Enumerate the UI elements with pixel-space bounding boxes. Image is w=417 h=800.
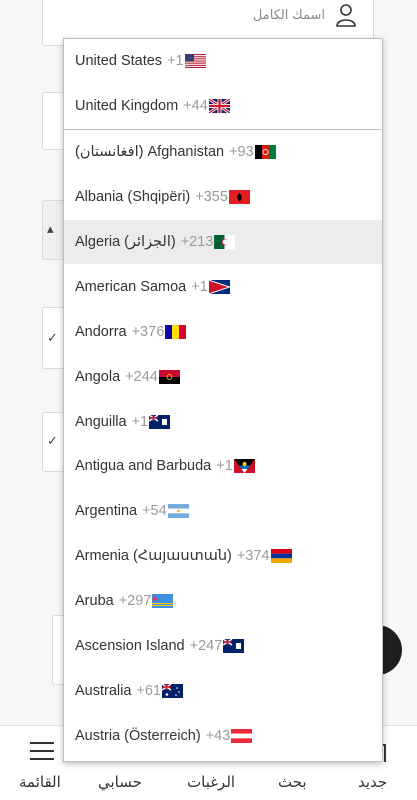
- at-flag-icon: [231, 728, 253, 743]
- dial-code: +247: [189, 638, 223, 655]
- am-flag-icon: [270, 549, 292, 564]
- ac-flag-icon: [223, 639, 245, 654]
- gb-flag-icon: [208, 99, 230, 114]
- country-option-au[interactable]: Australia +61: [64, 668, 382, 713]
- al-flag-icon: [228, 190, 250, 205]
- country-name: Argentina: [75, 503, 138, 520]
- au-flag-icon: [162, 683, 184, 698]
- dial-code: +1: [167, 53, 184, 70]
- nav-new[interactable]: جديد: [358, 773, 387, 791]
- country-name: Ascension Island: [75, 638, 185, 655]
- country-name: United Kingdom: [75, 98, 179, 115]
- check-icon: ✓: [47, 433, 58, 448]
- dial-code: +1: [131, 413, 149, 430]
- dial-code: +297: [118, 593, 152, 610]
- af-flag-icon: [254, 145, 276, 160]
- country-name: (افغانستان) Afghanistan: [75, 144, 225, 161]
- user-icon: [336, 4, 356, 27]
- dial-code: +355: [195, 189, 228, 206]
- country-option-ag[interactable]: Antigua and Barbuda +1: [64, 444, 382, 489]
- as-flag-icon: [208, 279, 230, 294]
- country-option-dz[interactable]: Algeria (الجزائر) +213: [64, 219, 382, 265]
- country-name: Andorra: [75, 323, 127, 340]
- country-option-af[interactable]: (افغانستان) Afghanistan +93: [64, 130, 382, 175]
- nav-wishes[interactable]: الرغبات: [187, 773, 235, 791]
- ag-flag-icon: [233, 459, 255, 474]
- country-name: American Samoa: [75, 278, 187, 295]
- country-option-ao[interactable]: Angola +244: [64, 354, 382, 399]
- country-name: Anguilla: [75, 413, 127, 430]
- nav-search[interactable]: بحث: [278, 773, 307, 791]
- preferred-country-list: United States +1 United Kingdom +44: [64, 39, 382, 129]
- country-name: Angola: [75, 368, 121, 385]
- dz-flag-icon: [214, 235, 236, 249]
- ao-flag-icon: [158, 369, 180, 384]
- dial-code: +374: [236, 548, 270, 565]
- country-option-ac[interactable]: Ascension Island +247: [64, 624, 382, 669]
- country-name: Austria (Österreich): [75, 727, 201, 744]
- country-list: (افغانستان) Afghanistan +93 Albania (Shq…: [64, 130, 382, 758]
- country-option-as[interactable]: American Samoa +1: [64, 264, 382, 309]
- full-name-placeholder: اسمك الكامل: [252, 7, 325, 22]
- country-option-gb[interactable]: United Kingdom +44: [64, 84, 382, 129]
- country-option-al[interactable]: Albania (Shqipëri) +355: [64, 175, 382, 220]
- dial-code: +244: [125, 368, 158, 385]
- nav-account[interactable]: حسابي: [98, 773, 142, 791]
- caret-up-icon: ▴: [47, 221, 54, 236]
- dial-code: +61: [136, 682, 162, 699]
- country-name: United States: [75, 53, 163, 70]
- dial-code: +213: [180, 234, 214, 250]
- dial-code: +93: [229, 144, 254, 161]
- country-name: Aruba: [75, 593, 114, 610]
- aw-flag-icon: [152, 594, 174, 609]
- country-option-aw[interactable]: Aruba +297: [64, 579, 382, 624]
- country-name: Australia: [75, 682, 132, 699]
- dial-code: +1: [216, 458, 233, 475]
- country-code-dropdown[interactable]: United States +1 United Kingdom +44 (افغ…: [63, 38, 383, 762]
- country-option-ai[interactable]: Anguilla +1: [64, 399, 382, 444]
- country-option-am[interactable]: Armenia (Հայաստան) +374: [64, 534, 382, 579]
- nav-menu[interactable]: القائمة: [19, 773, 61, 791]
- ai-flag-icon: [149, 414, 171, 429]
- country-option-ad[interactable]: Andorra +376: [64, 309, 382, 354]
- country-option-ar[interactable]: Argentina +54: [64, 489, 382, 534]
- country-name: Armenia (Հայաստան): [75, 548, 232, 565]
- ad-flag-icon: [165, 324, 187, 339]
- country-name: Algeria (الجزائر): [75, 234, 176, 250]
- menu-icon[interactable]: [30, 742, 54, 760]
- check-icon: ✓: [47, 330, 58, 345]
- dial-code: +44: [183, 98, 208, 115]
- ar-flag-icon: [167, 504, 189, 519]
- dial-code: +54: [142, 503, 167, 520]
- country-option-at[interactable]: Austria (Österreich) +43: [64, 713, 382, 758]
- country-name: Albania (Shqipëri): [75, 189, 191, 206]
- us-flag-icon: [184, 54, 206, 69]
- country-name: Antigua and Barbuda: [75, 458, 212, 475]
- country-option-us[interactable]: United States +1: [64, 39, 382, 84]
- dial-code: +43: [205, 727, 231, 744]
- dial-code: +376: [131, 323, 165, 340]
- dial-code: +1: [191, 278, 208, 295]
